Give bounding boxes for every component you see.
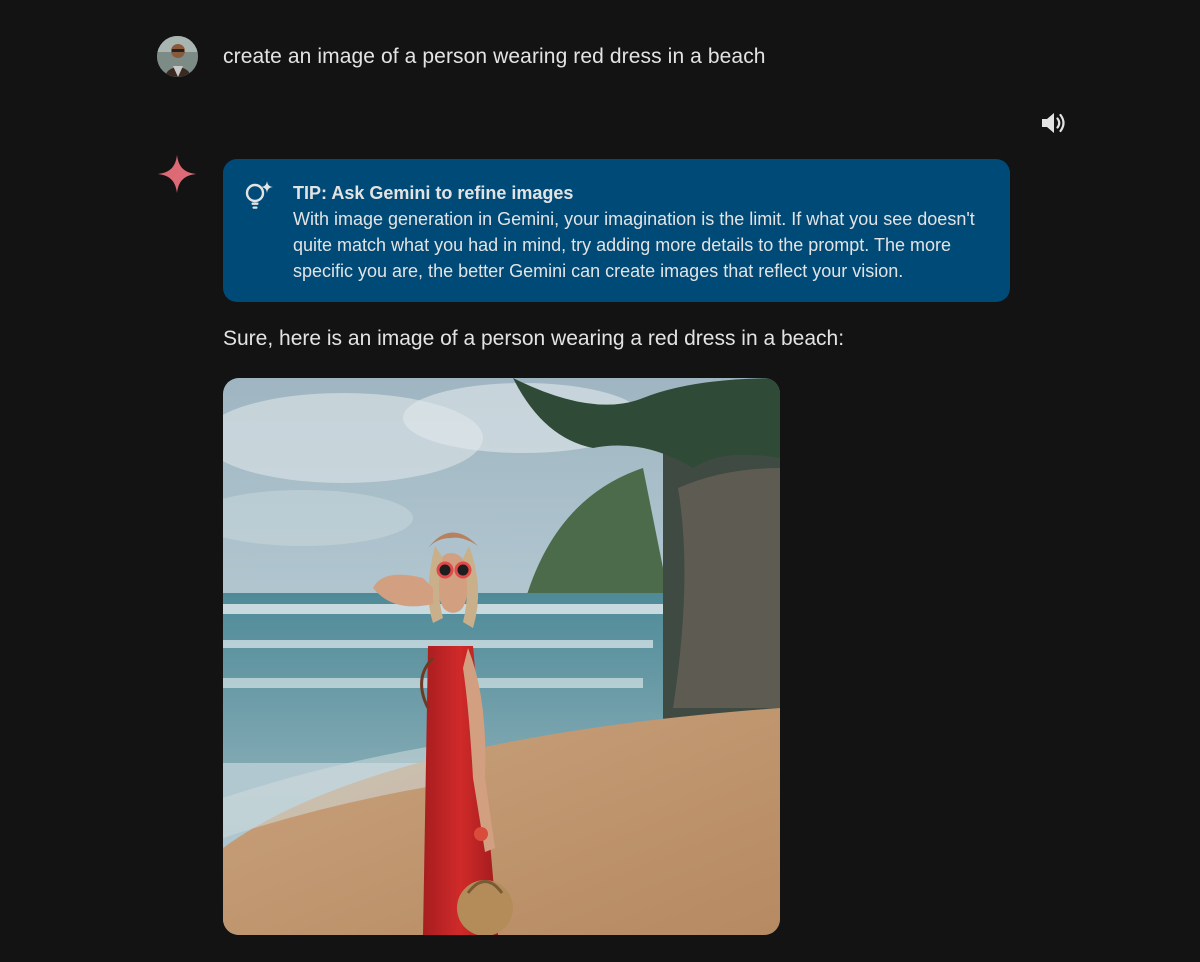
generated-image[interactable] — [223, 378, 780, 935]
chat-page: create an image of a person wearing red … — [0, 0, 1200, 962]
tip-body: With image generation in Gemini, your im… — [293, 209, 975, 281]
lightbulb-sparkle-icon — [243, 180, 273, 212]
gemini-sparkle-icon — [157, 154, 197, 194]
tip-card: TIP: Ask Gemini to refine images With im… — [223, 159, 1010, 302]
user-prompt-text: create an image of a person wearing red … — [223, 44, 766, 68]
user-message: create an image of a person wearing red … — [157, 36, 766, 77]
tip-title: TIP: Ask Gemini to refine images — [293, 183, 574, 203]
volume-up-icon[interactable] — [1039, 110, 1067, 136]
response-text: Sure, here is an image of a person weari… — [223, 327, 845, 350]
user-avatar[interactable] — [157, 36, 198, 77]
tip-text: TIP: Ask Gemini to refine images With im… — [293, 180, 993, 284]
